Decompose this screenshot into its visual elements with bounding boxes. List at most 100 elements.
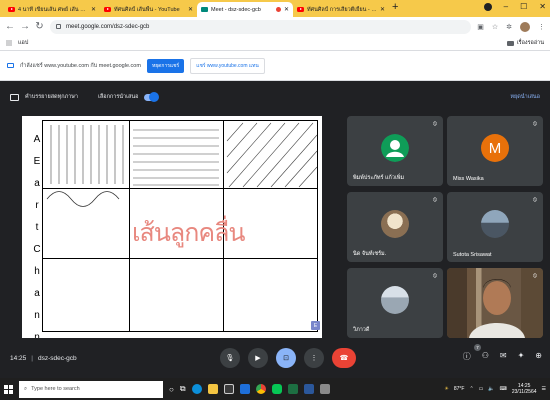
edge-icon[interactable] — [191, 384, 202, 394]
profile-photo — [481, 210, 509, 239]
browser-tab-strip: 4 นาที เขียนเส้น ศพย์ เส้น 5 แบบ - ✕ ทัศ… — [0, 0, 550, 17]
participant-tile[interactable]: ⦸ วิภาวดี — [347, 268, 443, 338]
youtube-icon — [8, 7, 15, 12]
bookmark-apps[interactable]: แอป — [18, 39, 28, 47]
store-icon[interactable] — [223, 384, 234, 394]
reading-list[interactable]: เรื่องรออ่าน — [506, 39, 544, 47]
taskbar-search-box[interactable]: ⌕ Type here to search — [19, 380, 163, 398]
menu-icon[interactable]: ⋮ — [538, 23, 545, 31]
file-explorer-icon[interactable] — [207, 384, 218, 394]
close-icon[interactable]: ✕ — [380, 6, 385, 13]
more-options-button[interactable]: ⋮ — [304, 348, 324, 368]
more-vertical-icon: ⋮ — [310, 355, 318, 362]
mic-muted-icon: ⦸ — [533, 121, 537, 127]
mic-icon: 🎙 — [225, 355, 235, 362]
close-window-button[interactable]: ✕ — [539, 2, 546, 11]
apps-grid-icon[interactable] — [6, 40, 12, 46]
participant-tile[interactable]: ⦸ พิมพ์ประภัทร์ แก้วเพิ่ม — [347, 116, 443, 186]
title-letter: a — [34, 178, 40, 189]
present-button[interactable]: ⊡ — [276, 348, 296, 368]
self-video-tile[interactable]: ⦸ — [447, 268, 543, 338]
lock-icon[interactable]: ⊕ — [535, 351, 542, 362]
end-call-button[interactable]: ☎ — [332, 348, 356, 368]
chrome-icon[interactable] — [255, 384, 266, 394]
word-icon[interactable] — [303, 384, 314, 394]
window-controls: – ☐ ✕ — [483, 2, 546, 11]
tab-youtube-2[interactable]: ทัศนศิลป์ เส้นพื้น - YouTube ✕ — [100, 2, 197, 17]
tab-title: ทัศนศิลป์ เส้นพื้น - YouTube — [114, 6, 180, 13]
line-icon[interactable] — [271, 384, 282, 394]
participant-count-badge: 7 — [474, 344, 481, 351]
search-placeholder: Type here to search — [31, 386, 80, 392]
profile-avatar[interactable] — [520, 21, 530, 32]
participant-name: พิมพ์ประภัทร์ แก้วเพิ่ม — [353, 175, 405, 181]
close-icon[interactable]: ✕ — [284, 6, 289, 13]
camera-icon[interactable]: ▣ — [477, 23, 484, 31]
maximize-button[interactable]: ☐ — [520, 2, 527, 11]
app-icon[interactable] — [319, 384, 330, 394]
title-letter: C — [33, 244, 41, 255]
person-avatar-icon — [381, 134, 409, 163]
wavy-line-title: เส้นลูกคลื่น — [132, 219, 245, 247]
mail-icon[interactable] — [239, 384, 250, 394]
close-icon[interactable]: ✕ — [91, 6, 96, 13]
chevron-up-icon[interactable]: ⌃ — [469, 386, 473, 392]
tab-meet[interactable]: Meet - dsz-sdec-gcb ✕ — [197, 2, 293, 17]
tab-youtube-3[interactable]: ทัศนศิลป์ การเสียวตีเยี้ยน - YouTube ✕ — [293, 2, 389, 17]
youtube-icon — [104, 7, 111, 12]
chrome-extension-icon[interactable] — [483, 2, 492, 11]
address-bar[interactable]: meet.google.com/dsz-sdec-gcb — [50, 19, 472, 34]
title-letter: n — [34, 310, 40, 321]
clock-date: 23/11/2564 — [511, 389, 537, 395]
weather-icon[interactable]: ☀ — [444, 386, 448, 392]
tab-youtube-1[interactable]: 4 นาที เขียนเส้น ศพย์ เส้น 5 แบบ - ✕ — [4, 2, 100, 17]
star-icon[interactable]: ☆ — [492, 23, 498, 31]
windows-start-icon[interactable] — [4, 384, 13, 394]
task-view-icon[interactable]: ⧉ — [180, 384, 186, 394]
microphone-button[interactable]: 🎙 — [220, 348, 240, 368]
minimize-button[interactable]: – — [504, 2, 508, 11]
profile-photo — [381, 210, 409, 239]
participant-name: วิภาวดี — [353, 327, 370, 333]
presentation-toggle[interactable] — [144, 92, 160, 102]
share-this-tab-button[interactable]: แชร์ www.youtube.com แทน — [190, 57, 265, 74]
clock[interactable]: 14:25 23/11/2564 — [512, 383, 537, 395]
tab-title: ทัศนศิลป์ การเสียวตีเยี้ยน - YouTube — [307, 6, 377, 13]
camera-button[interactable]: ▶ — [248, 348, 268, 368]
meet-icon — [201, 7, 208, 12]
people-icon[interactable]: ⚇ — [482, 351, 489, 362]
cortana-icon[interactable]: ○ — [169, 385, 174, 394]
stop-sharing-button[interactable]: หยุดการแชร์ — [146, 58, 185, 73]
info-icon[interactable]: ⓘ — [463, 351, 471, 362]
volume-icon[interactable]: 🔈 — [488, 386, 494, 392]
title-letter: A — [33, 134, 41, 145]
participant-tile[interactable]: ⦸ Sutota Srisawat — [447, 192, 543, 262]
lock-icon — [56, 24, 61, 29]
separator: | — [31, 354, 33, 362]
notifications-icon[interactable]: ☰ — [542, 386, 546, 392]
call-controls: 🎙 ▶ ⊡ ⋮ ☎ — [220, 348, 356, 368]
toolbar-actions: ▣ ☆ ✲ ⋮ — [477, 21, 545, 32]
network-icon[interactable]: ▭ — [479, 386, 484, 392]
meet-top-bar: คำบรรยายสดทุกภาษา เลือกการนำเสนอ หยุดนำเ… — [0, 81, 550, 113]
activities-icon[interactable]: ✦ — [518, 351, 525, 362]
meet-controls-bar: 14:25 | dsz-sdec-gcb 🎙 ▶ ⊡ ⋮ ☎ 7 ⓘ ⚇ ✉ ✦… — [0, 338, 550, 378]
keyboard-icon[interactable]: ⌨ — [500, 386, 507, 392]
new-tab-button[interactable]: + — [392, 1, 398, 13]
close-icon[interactable]: ✕ — [188, 6, 193, 13]
excel-icon[interactable] — [287, 384, 298, 394]
screen-share-icon — [7, 63, 14, 68]
back-button[interactable]: ← — [5, 21, 15, 32]
self-video-feed — [447, 268, 543, 338]
chat-icon[interactable]: ✉ — [500, 351, 507, 362]
stop-presenting-link[interactable]: หยุดนำเสนอ — [510, 93, 540, 101]
reload-button[interactable]: ↻ — [35, 21, 44, 32]
participant-tile[interactable]: ⦸ นิด จันท์เชร์ม. — [347, 192, 443, 262]
puzzle-icon[interactable]: ✲ — [506, 23, 512, 31]
meet-side-controls: ⓘ ⚇ ✉ ✦ ⊕ — [463, 351, 542, 362]
participant-tile[interactable]: M ⦸ Miss Wasika — [447, 116, 543, 186]
forward-button[interactable]: → — [20, 21, 30, 32]
profile-photo — [381, 286, 409, 315]
pin-label: เลือกการนำเสนอ — [98, 94, 139, 100]
participant-name: Miss Wasika — [453, 176, 484, 182]
